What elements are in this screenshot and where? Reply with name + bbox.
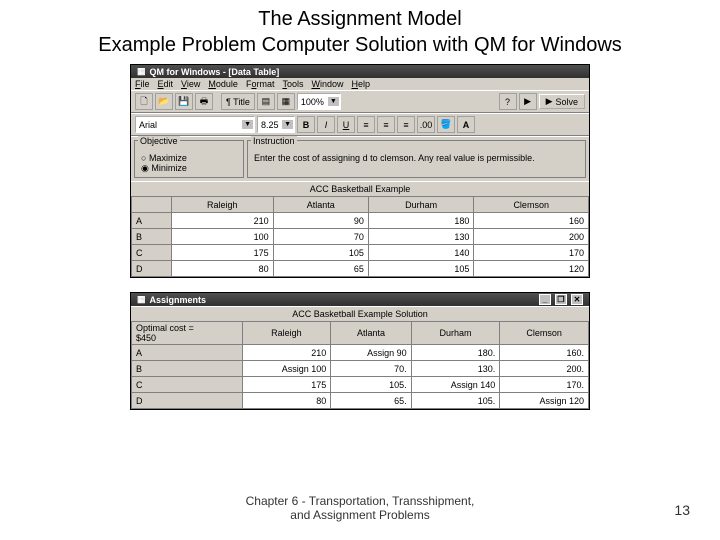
save-icon[interactable]: 💾 (175, 93, 193, 110)
menu-window[interactable]: Window (311, 79, 343, 89)
menubar[interactable]: File Edit View Module Format Tools Windo… (131, 78, 589, 90)
table-row[interactable]: D8065105120 (132, 261, 589, 277)
table-row: BAssign 10070.130.200. (132, 361, 589, 377)
step-icon[interactable]: ▶ (519, 93, 537, 110)
menu-tools[interactable]: Tools (282, 79, 303, 89)
decimal-icon[interactable]: .00 (417, 116, 435, 133)
titlebar: ▦ QM for Windows - [Data Table] (131, 65, 589, 78)
objective-panel: Objective ○ Maximize ◉ Minimize (134, 140, 244, 178)
menu-format[interactable]: Format (246, 79, 275, 89)
cascade-icon[interactable]: ▤ (257, 93, 275, 110)
open-icon[interactable]: 📂 (155, 93, 173, 110)
zoom-combo[interactable]: 100% (297, 93, 341, 110)
toolbar-2: Arial 8.25 B I U ≡ ≡ ≡ .00 🪣 A (131, 113, 589, 136)
instruction-panel: Instruction Enter the cost of assigning … (247, 140, 586, 178)
font-combo[interactable]: Arial (135, 116, 255, 133)
radio-maximize[interactable]: ○ Maximize (141, 153, 237, 163)
align-left-icon[interactable]: ≡ (357, 116, 375, 133)
font-color-icon[interactable]: A (457, 116, 475, 133)
slide-title: The Assignment Model Example Problem Com… (0, 0, 720, 62)
titlebar-2: ▦ Assignments _ ❐ ✕ (131, 293, 589, 306)
app-icon: ▦ (137, 294, 146, 305)
title-btn[interactable]: ¶ Title (221, 93, 255, 110)
maximize-icon[interactable]: ❐ (555, 294, 567, 305)
footer-text: Chapter 6 - Transportation, Transshipmen… (0, 494, 720, 522)
solve-button[interactable]: ▶ Solve (539, 94, 585, 109)
table-row[interactable]: A21090180160 (132, 213, 589, 229)
qm-window: ▦ QM for Windows - [Data Table] File Edi… (130, 64, 590, 278)
assignments-window: ▦ Assignments _ ❐ ✕ ACC Basketball Examp… (130, 292, 590, 410)
window-title: QM for Windows - [Data Table] (150, 67, 280, 77)
caption-2: ACC Basketball Example Solution (131, 306, 589, 321)
solution-table: Optimal cost =$450 RaleighAtlantaDurhamC… (131, 321, 589, 409)
caption-1: ACC Basketball Example (131, 181, 589, 196)
menu-view[interactable]: View (181, 79, 200, 89)
underline-icon[interactable]: U (337, 116, 355, 133)
data-table[interactable]: RaleighAtlantaDurhamClemson A21090180160… (131, 196, 589, 277)
table-row: C175105.Assign 140170. (132, 377, 589, 393)
align-center-icon[interactable]: ≡ (377, 116, 395, 133)
bold-icon[interactable]: B (297, 116, 315, 133)
italic-icon[interactable]: I (317, 116, 335, 133)
table-row: D8065.105.Assign 120 (132, 393, 589, 409)
toolbar-1: 🗋 📂 💾 🖶 ¶ Title ▤ ▦ 100% ? ▶ ▶ Solve (131, 90, 589, 113)
window-title-2: Assignments (150, 295, 207, 305)
radio-minimize[interactable]: ◉ Minimize (141, 163, 237, 174)
close-icon[interactable]: ✕ (571, 294, 583, 305)
align-right-icon[interactable]: ≡ (397, 116, 415, 133)
table-row[interactable]: C175105140170 (132, 245, 589, 261)
instruction-text: Enter the cost of assigning d to clemson… (254, 153, 579, 163)
app-icon: ▦ (137, 66, 146, 77)
menu-file[interactable]: File (135, 79, 150, 89)
size-combo[interactable]: 8.25 (257, 116, 295, 133)
page-number: 13 (674, 502, 690, 518)
table-row: A210Assign 90180.160. (132, 345, 589, 361)
print-icon[interactable]: 🖶 (195, 93, 213, 110)
menu-help[interactable]: Help (351, 79, 370, 89)
help-icon[interactable]: ? (499, 93, 517, 110)
tile-icon[interactable]: ▦ (277, 93, 295, 110)
menu-module[interactable]: Module (208, 79, 238, 89)
table-row[interactable]: B10070130200 (132, 229, 589, 245)
new-icon[interactable]: 🗋 (135, 93, 153, 110)
minimize-icon[interactable]: _ (539, 294, 551, 305)
menu-edit[interactable]: Edit (158, 79, 174, 89)
fill-icon[interactable]: 🪣 (437, 116, 455, 133)
